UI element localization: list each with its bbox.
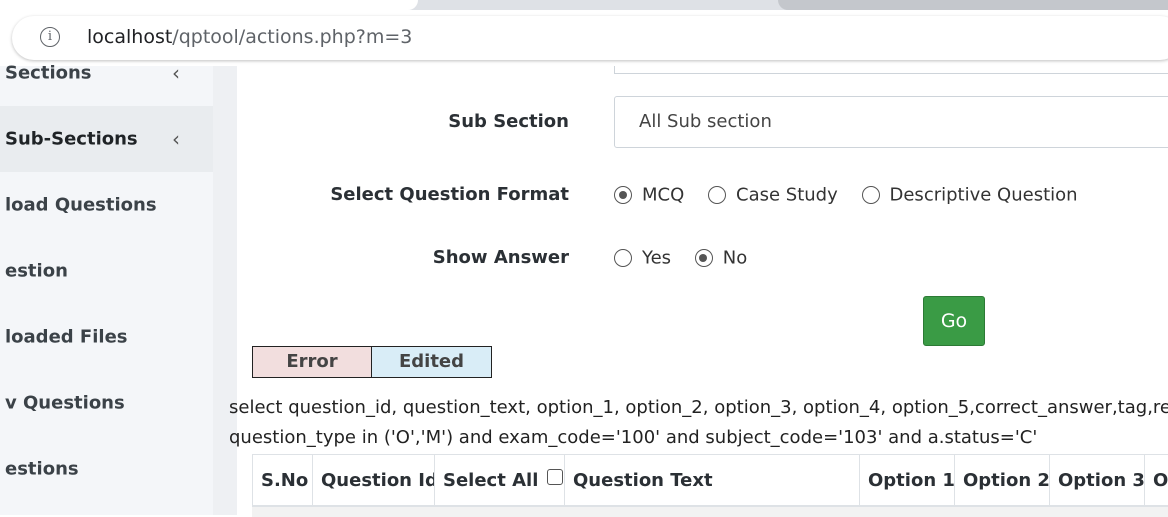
column-header-sno: S.No: [252, 454, 313, 506]
radio-label: Case Study: [736, 184, 838, 206]
sidebar-item-question[interactable]: estion: [0, 238, 213, 304]
question-format-label: Select Question Format: [330, 184, 569, 205]
sidebar: Sections ‹ Sub-Sections ‹ load Questions…: [0, 61, 213, 515]
column-header-option-4: O: [1144, 454, 1168, 506]
browser-tab-inactive[interactable]: [778, 0, 1168, 10]
column-header-question-id: Question Id: [312, 454, 434, 506]
radio-button[interactable]: [861, 186, 880, 204]
sub-section-select[interactable]: All Sub section: [614, 96, 1168, 148]
column-header-select-all[interactable]: Select All: [434, 454, 565, 506]
sidebar-item-label: load Questions: [5, 194, 157, 216]
legend-error: Error: [252, 346, 372, 378]
show-answer-radio-group: Yes No: [614, 247, 765, 269]
table-row: [252, 505, 1168, 517]
show-answer-label: Show Answer: [432, 247, 569, 268]
sidebar-item-label: v Questions: [5, 392, 125, 414]
radio-button[interactable]: [614, 249, 632, 267]
sidebar-item-uploaded-files[interactable]: loaded Files: [0, 304, 213, 370]
sidebar-item-sub-sections[interactable]: Sub-Sections ‹: [0, 106, 213, 172]
sidebar-item-label: loaded Files: [5, 326, 128, 348]
question-format-radio-group: MCQ Case Study Descriptive Question: [614, 184, 1096, 206]
radio-button[interactable]: [694, 249, 713, 267]
select-all-checkbox[interactable]: [546, 469, 563, 485]
sidebar-item-label: Sub-Sections: [5, 128, 138, 150]
sql-query-line-1: select question_id, question_text, optio…: [229, 397, 1168, 418]
sidebar-item-label: Sections: [5, 62, 92, 84]
radio-no[interactable]: No: [694, 247, 748, 269]
column-header-option-1: Option 1: [859, 454, 955, 506]
browser-tab-active[interactable]: [0, 0, 418, 10]
previous-select-edge[interactable]: [614, 66, 1168, 74]
legend-edited: Edited: [371, 346, 492, 378]
sidebar-item-sections[interactable]: Sections ‹: [0, 40, 213, 106]
radio-mcq[interactable]: MCQ: [614, 184, 684, 206]
radio-label: Yes: [642, 247, 672, 269]
sidebar-item-label: estions: [5, 458, 79, 480]
radio-descriptive-question[interactable]: Descriptive Question: [861, 184, 1078, 206]
radio-yes[interactable]: Yes: [614, 247, 671, 269]
go-button[interactable]: Go: [923, 296, 985, 346]
column-header-option-2: Option 2: [954, 454, 1050, 506]
sub-section-label: Sub Section: [448, 111, 569, 132]
chevron-left-icon: ‹: [172, 127, 180, 151]
radio-label: MCQ: [642, 184, 685, 206]
sidebar-item-view-questions[interactable]: v Questions: [0, 370, 213, 436]
select-all-label: Select All: [443, 470, 539, 491]
sidebar-item-upload-questions[interactable]: load Questions: [0, 172, 213, 238]
radio-label: Descriptive Question: [889, 184, 1078, 206]
sidebar-item-questions[interactable]: estions: [0, 436, 213, 502]
chevron-left-icon: ‹: [172, 61, 180, 85]
column-header-option-3: Option 3: [1049, 454, 1145, 506]
column-header-question-text: Question Text: [564, 454, 860, 506]
radio-button[interactable]: [708, 186, 727, 204]
sidebar-item-label: estion: [5, 260, 68, 282]
radio-label: No: [722, 247, 748, 269]
sql-query-line-2: question_type in ('O','M') and exam_code…: [229, 427, 1038, 448]
radio-button[interactable]: [614, 186, 632, 204]
radio-case-study[interactable]: Case Study: [708, 184, 838, 206]
